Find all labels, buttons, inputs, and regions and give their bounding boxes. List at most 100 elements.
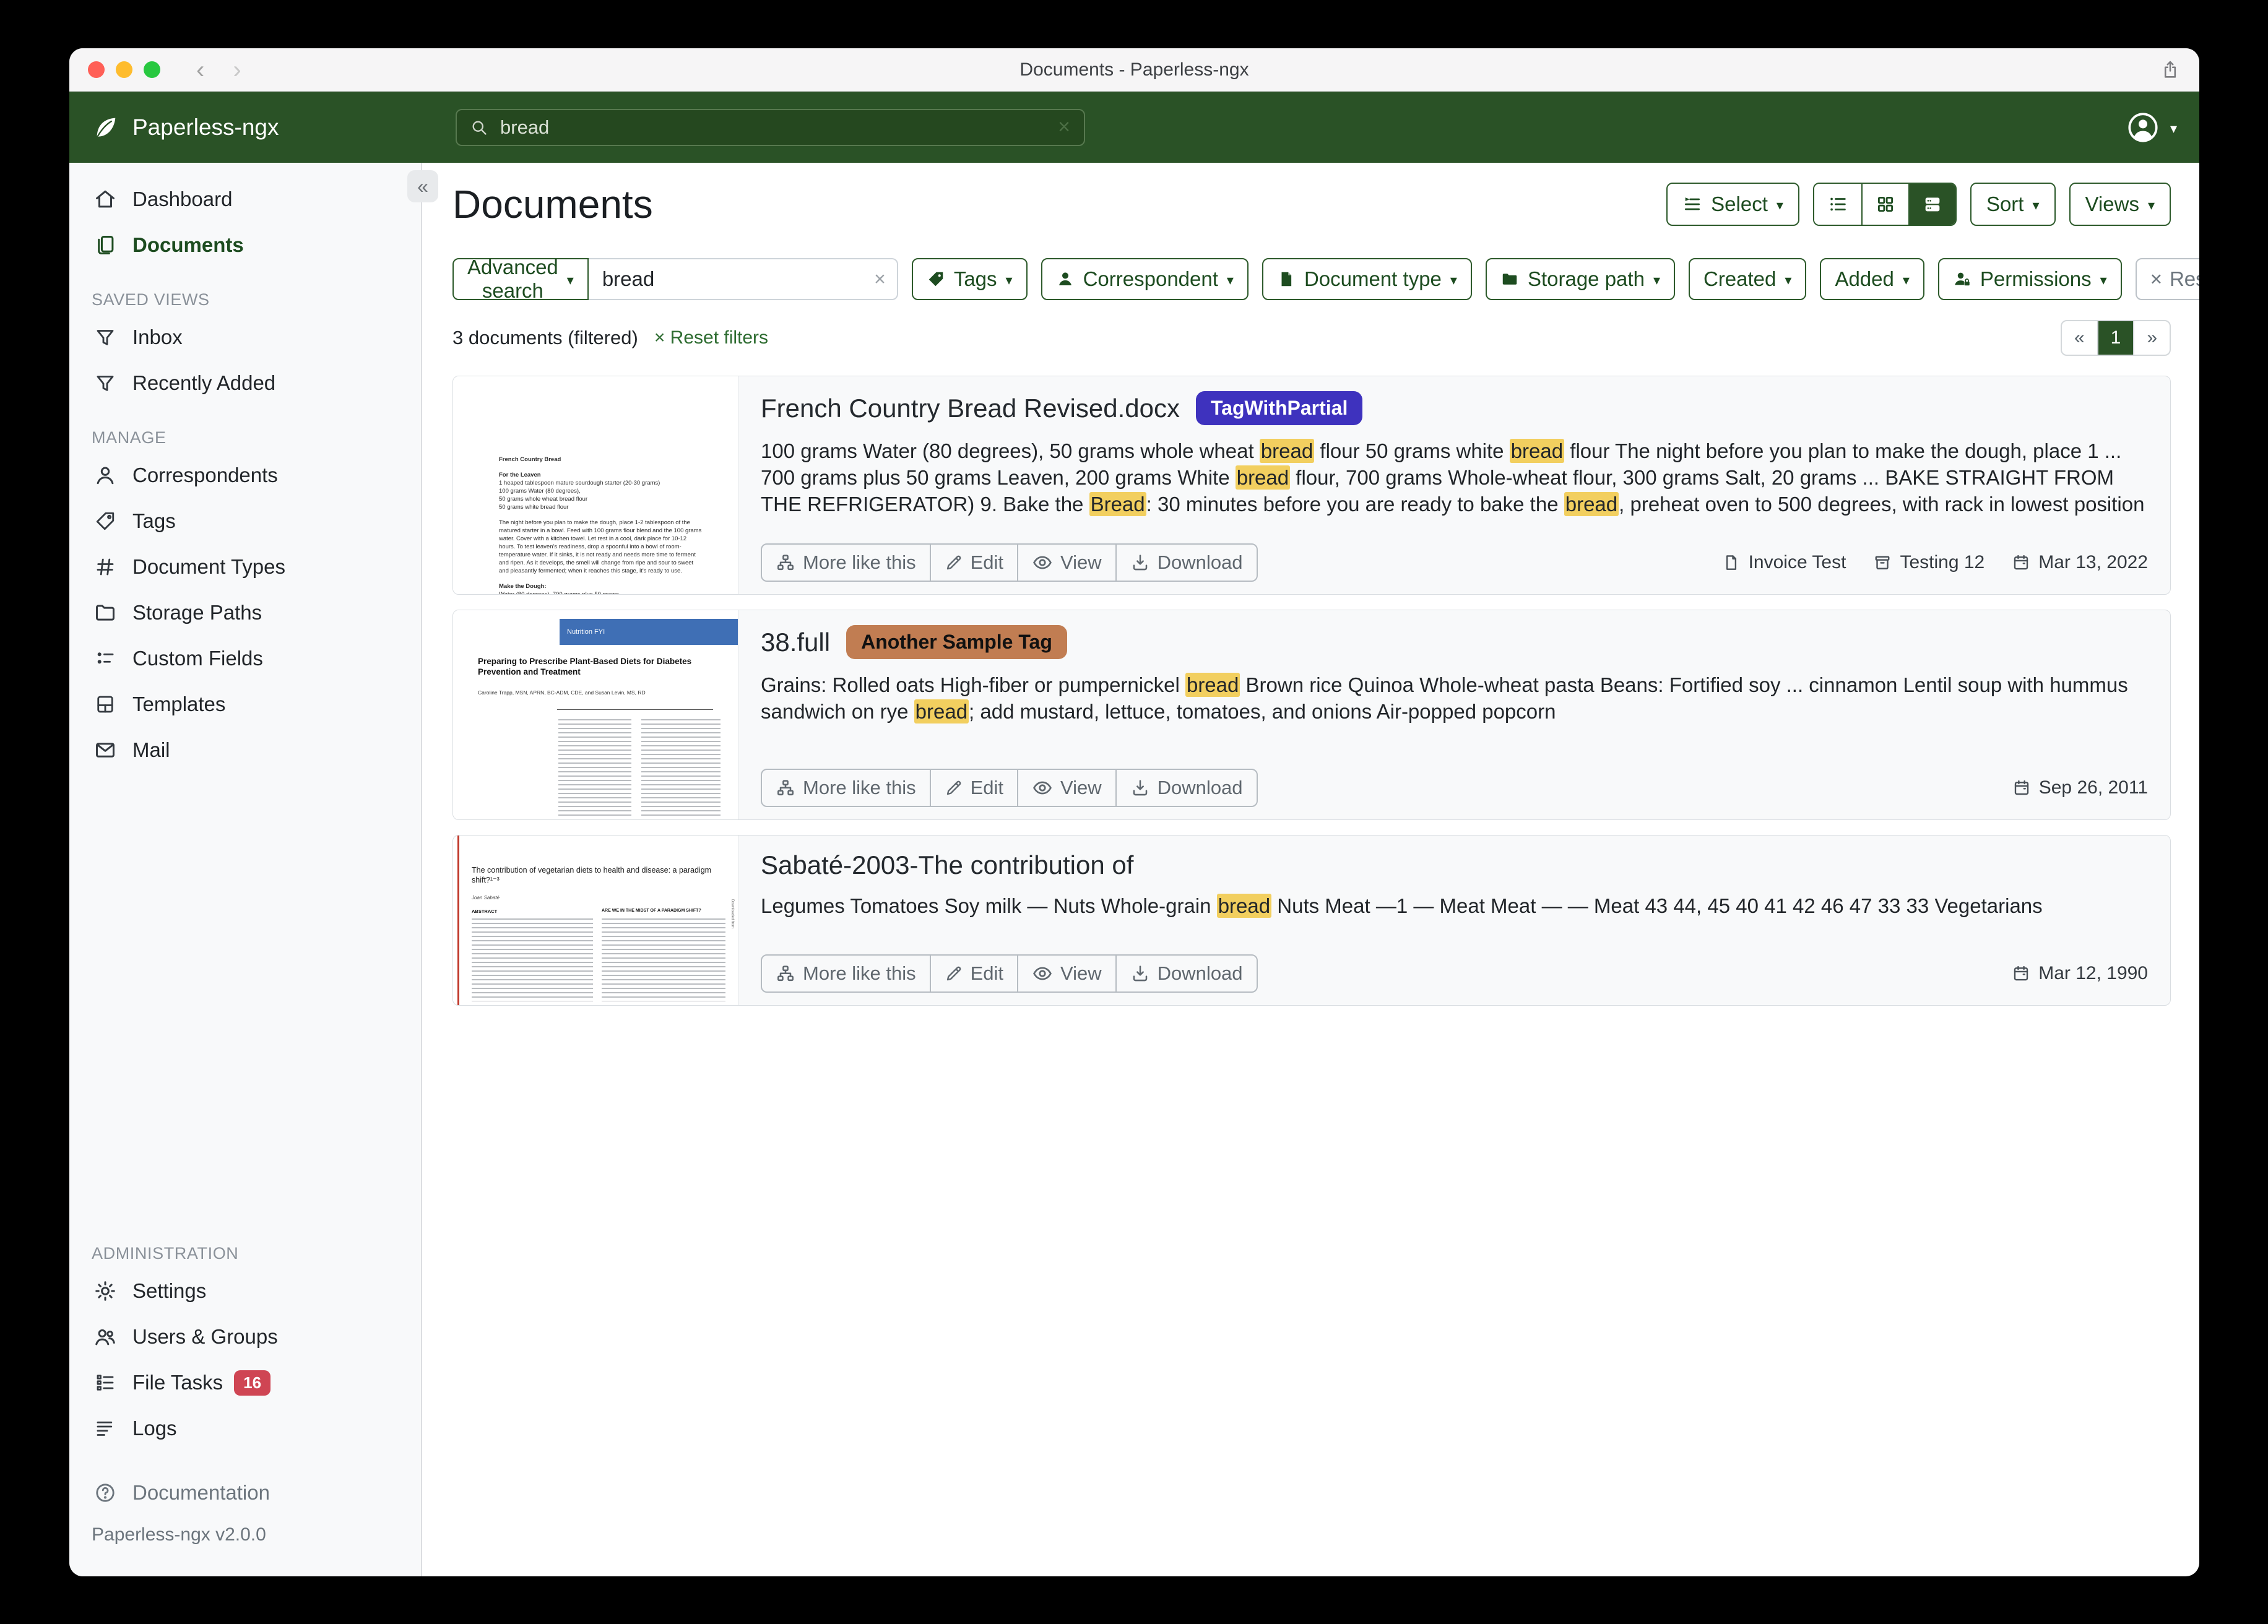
storage-path-filter-button[interactable]: Storage path▾ (1486, 258, 1675, 300)
advanced-search-dropdown[interactable]: Advanced search▾ (452, 258, 589, 300)
user-avatar-icon (2126, 110, 2160, 145)
diagram-icon (776, 964, 795, 983)
document-thumbnail[interactable]: of Clinical NutritionThe contribution of… (453, 836, 738, 1005)
view-button[interactable]: View (1017, 543, 1117, 582)
global-search[interactable]: × (456, 109, 1085, 146)
sidebar-item-users-groups[interactable]: Users & Groups (69, 1314, 421, 1360)
search-clear-icon[interactable]: × (1058, 115, 1070, 139)
sidebar-item-recently-added[interactable]: Recently Added (69, 360, 421, 406)
pagination-next[interactable]: » (2133, 321, 2170, 355)
document-title[interactable]: 38.full (761, 628, 830, 657)
meta-calendar[interactable]: Mar 13, 2022 (2012, 552, 2148, 573)
sidebar-item-document-types[interactable]: Document Types (69, 544, 421, 590)
pagination-page-1[interactable]: 1 (2097, 321, 2134, 355)
sidebar-item-correspondents[interactable]: Correspondents (69, 452, 421, 498)
document-tag[interactable]: Another Sample Tag (846, 625, 1067, 659)
people-icon (92, 1325, 119, 1349)
meta-label: Sep 26, 2011 (2039, 777, 2148, 798)
eye-icon (1032, 552, 1053, 573)
action-label: Edit (971, 777, 1003, 799)
sidebar-item-label: Documentation (132, 1481, 270, 1505)
permissions-filter-button[interactable]: Permissions▾ (1938, 258, 2122, 300)
account-menu[interactable]: ▾ (2126, 110, 2177, 145)
detail-view-button[interactable] (1908, 184, 1955, 225)
views-button[interactable]: Views▾ (2069, 183, 2171, 226)
more-like-this-button[interactable]: More like this (761, 769, 931, 807)
document-meta: Invoice Test Testing 12 Mar 13, 2022 (1722, 552, 2148, 573)
main-content: Documents Select ▾ (422, 163, 2199, 1576)
sidebar-item-tags[interactable]: Tags (69, 498, 421, 544)
select-button[interactable]: Select ▾ (1666, 183, 1799, 226)
sidebar-item-documents[interactable]: Documents (69, 222, 421, 268)
caret-down-icon: ▾ (567, 274, 574, 287)
edit-button[interactable]: Edit (930, 543, 1018, 582)
sidebar-item-file-tasks[interactable]: File Tasks16 (69, 1360, 421, 1406)
document-title[interactable]: Sabaté-2003-The contribution of (761, 850, 1133, 880)
sidebar-item-logs[interactable]: Logs (69, 1406, 421, 1451)
list-check-icon (1682, 194, 1702, 214)
document-excerpt: 100 grams Water (80 degrees), 50 grams w… (761, 438, 2148, 517)
grid-view-button[interactable] (1861, 184, 1908, 225)
meta-file[interactable]: Invoice Test (1722, 552, 1846, 573)
download-button[interactable]: Download (1115, 769, 1258, 807)
document-thumbnail[interactable]: Nutrition FYIPreparing to Prescribe Plan… (453, 610, 738, 819)
sidebar-item-label: Custom Fields (132, 647, 263, 670)
document-type-filter-button[interactable]: Document type▾ (1262, 258, 1472, 300)
pagination-prev[interactable]: « (2062, 321, 2097, 355)
more-like-this-button[interactable]: More like this (761, 543, 931, 582)
document-thumbnail[interactable]: French Country BreadFor the Leaven1 heap… (453, 376, 738, 594)
document-actions: More like this Edit ViewDownload (761, 769, 1258, 807)
sidebar-item-inbox[interactable]: Inbox (69, 314, 421, 360)
added-filter-button[interactable]: Added▾ (1820, 258, 1924, 300)
document-meta: Mar 12, 1990 (2012, 963, 2148, 984)
brand[interactable]: Paperless-ngx (92, 113, 279, 142)
envelope-icon (92, 738, 119, 762)
pencil-icon (945, 553, 963, 572)
tags-filter-button[interactable]: Tags▾ (912, 258, 1028, 300)
download-button[interactable]: Download (1115, 954, 1258, 993)
sidebar-item-dashboard[interactable]: Dashboard (69, 176, 421, 222)
app-header: Paperless-ngx × (69, 92, 2199, 163)
reset-filters-button[interactable]: × Reset filters (2136, 258, 2199, 300)
filter-query-input[interactable] (589, 258, 898, 300)
list-view-button[interactable] (1814, 184, 1861, 225)
correspondent-filter-button[interactable]: Correspondent▾ (1041, 258, 1249, 300)
download-button[interactable]: Download (1115, 543, 1258, 582)
filter-query-clear-icon[interactable]: × (874, 268, 886, 291)
sidebar-item-storage-paths[interactable]: Storage Paths (69, 590, 421, 636)
caret-down-icon: ▾ (1006, 274, 1013, 287)
template-icon (92, 693, 119, 715)
sidebar-collapse-button[interactable]: « (407, 170, 438, 202)
sidebar-item-documentation[interactable]: Documentation (69, 1470, 421, 1516)
meta-calendar[interactable]: Sep 26, 2011 (2012, 777, 2148, 798)
sort-button[interactable]: Sort▾ (1970, 183, 2056, 226)
thumbnail-author: Joan Sabaté (472, 895, 500, 901)
edit-button[interactable]: Edit (930, 769, 1018, 807)
thumbnail-title: Preparing to Prescribe Plant-Based Diets… (478, 656, 719, 677)
action-label: Edit (971, 962, 1003, 985)
reset-filters-link[interactable]: × Reset filters (654, 327, 768, 348)
edit-button[interactable]: Edit (930, 954, 1018, 993)
view-button[interactable]: View (1017, 954, 1117, 993)
document-tag[interactable]: TagWithPartial (1196, 391, 1362, 425)
tasks-icon (92, 1371, 119, 1394)
search-hit-highlight: bread (914, 699, 969, 723)
file-icon (1722, 553, 1741, 572)
document-card: of Clinical NutritionThe contribution of… (452, 835, 2171, 1006)
created-filter-button[interactable]: Created▾ (1689, 258, 1806, 300)
global-search-input[interactable] (499, 116, 1058, 139)
more-like-this-button[interactable]: More like this (761, 954, 931, 993)
meta-box[interactable]: Testing 12 (1873, 552, 1984, 573)
sidebar-item-templates[interactable]: Templates (69, 681, 421, 727)
sidebar-item-label: Documents (132, 233, 244, 257)
view-button[interactable]: View (1017, 769, 1117, 807)
sidebar-item-custom-fields[interactable]: Custom Fields (69, 636, 421, 681)
sidebar-item-label: Users & Groups (132, 1325, 278, 1349)
sidebar-item-label: File Tasks (132, 1371, 223, 1394)
sidebar-item-settings[interactable]: Settings (69, 1268, 421, 1314)
person-lock-icon (1953, 270, 1972, 288)
document-actions: More like thisEditViewDownload (761, 543, 1258, 582)
sidebar-item-mail[interactable]: Mail (69, 727, 421, 773)
document-title[interactable]: French Country Bread Revised.docx (761, 394, 1180, 423)
meta-calendar[interactable]: Mar 12, 1990 (2012, 963, 2148, 984)
